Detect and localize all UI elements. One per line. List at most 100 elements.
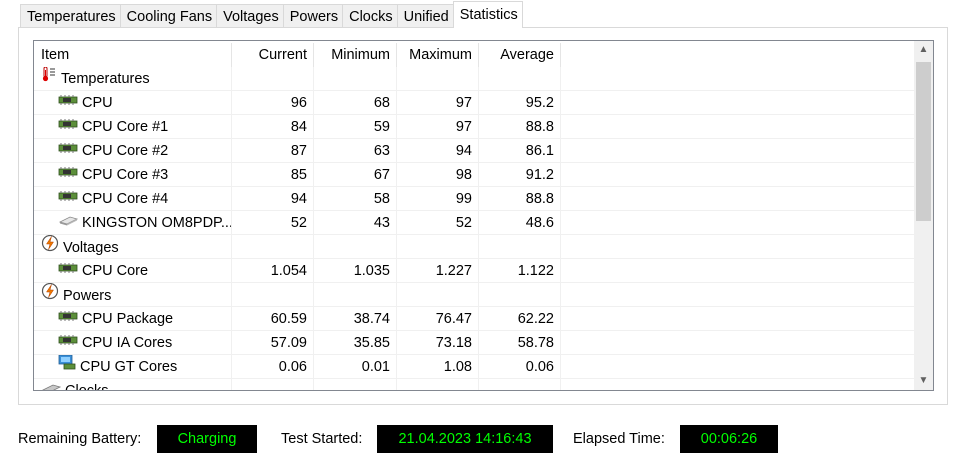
voltage-icon [41, 235, 59, 258]
tab-cooling-fans[interactable]: Cooling Fans [119, 4, 218, 28]
tab-clocks[interactable]: Clocks [342, 4, 398, 28]
item-cell: CPU Core #1 [34, 115, 232, 139]
column-header-maximum[interactable]: Maximum [397, 43, 479, 67]
average-cell: 86.1 [479, 139, 561, 163]
table-row[interactable]: CPU Core 1.054 1.035 1.227 1.122 [34, 259, 914, 283]
minimum-cell [314, 235, 397, 259]
scrollbar-thumb[interactable] [916, 62, 931, 221]
average-cell: 88.8 [479, 187, 561, 211]
current-cell: 94 [232, 187, 314, 211]
table-row[interactable]: CPU GT Cores 0.06 0.01 1.08 0.06 [34, 355, 914, 379]
current-cell: 87 [232, 139, 314, 163]
maximum-cell: 52 [397, 211, 479, 235]
table-row[interactable]: CPU IA Cores 57.09 35.85 73.18 58.78 [34, 331, 914, 355]
empty-cell [561, 235, 914, 259]
table-row[interactable]: CPU Core #3 85 67 98 91.2 [34, 163, 914, 187]
current-cell: 0.06 [232, 355, 314, 379]
maximum-cell [397, 235, 479, 259]
item-cell: CPU Core #3 [34, 163, 232, 187]
table-row[interactable]: CPU Package 60.59 38.74 76.47 62.22 [34, 307, 914, 331]
vertical-scrollbar[interactable]: ▲ ▼ [914, 41, 933, 390]
group-row[interactable]: Temperatures [34, 67, 914, 91]
maximum-cell: 97 [397, 115, 479, 139]
column-header-current[interactable]: Current [232, 43, 314, 67]
minimum-cell: 67 [314, 163, 397, 187]
average-cell: 88.8 [479, 115, 561, 139]
thermometer-icon [41, 67, 57, 90]
item-cell: Temperatures [34, 67, 232, 91]
empty-cell [561, 91, 914, 115]
empty-cell [561, 379, 914, 390]
average-cell: 48.6 [479, 211, 561, 235]
minimum-cell: 1.035 [314, 259, 397, 283]
item-label: Temperatures [61, 71, 150, 87]
tab-temperatures[interactable]: Temperatures [20, 4, 121, 28]
maximum-cell: 94 [397, 139, 479, 163]
current-cell [232, 379, 314, 390]
column-header-item[interactable]: Item [34, 43, 232, 67]
test-started-value: 21.04.2023 14:16:43 [377, 425, 553, 453]
item-cell: CPU Core [34, 259, 232, 283]
average-cell: 91.2 [479, 163, 561, 187]
item-label: Clocks [65, 383, 109, 391]
tab-voltages[interactable]: Voltages [216, 4, 284, 28]
tab-unified[interactable]: Unified [396, 4, 454, 28]
minimum-cell [314, 67, 397, 91]
empty-cell [561, 67, 914, 91]
item-label: CPU Core #4 [82, 191, 169, 207]
table-row[interactable]: CPU Core #2 87 63 94 86.1 [34, 139, 914, 163]
scroll-up-icon[interactable]: ▲ [914, 41, 933, 59]
table-row[interactable]: KINGSTON OM8PDP... 52 43 52 48.6 [34, 211, 914, 235]
current-cell [232, 235, 314, 259]
maximum-cell: 1.08 [397, 355, 479, 379]
test-started-label: Test Started: [281, 431, 363, 447]
battery-value: Charging [157, 425, 257, 453]
column-header-minimum[interactable]: Minimum [314, 43, 397, 67]
minimum-cell [314, 379, 397, 390]
current-cell [232, 283, 314, 307]
cpu-chip-icon [58, 331, 78, 354]
cpu-chip-icon [58, 163, 78, 186]
minimum-cell: 0.01 [314, 355, 397, 379]
item-label: KINGSTON OM8PDP... [82, 215, 232, 231]
empty-cell [561, 163, 914, 187]
column-header-average[interactable]: Average [479, 43, 561, 67]
table-row[interactable]: CPU Core #1 84 59 97 88.8 [34, 115, 914, 139]
empty-cell [561, 331, 914, 355]
item-cell: KINGSTON OM8PDP... [34, 211, 232, 235]
tab-powers[interactable]: Powers [282, 4, 344, 28]
table-row[interactable]: CPU Core #4 94 58 99 88.8 [34, 187, 914, 211]
drive-icon [58, 211, 79, 234]
item-cell: Clocks [34, 379, 232, 391]
current-cell [232, 67, 314, 91]
group-row[interactable]: Clocks [34, 379, 914, 391]
gpu-icon [58, 355, 76, 378]
empty-cell [561, 259, 914, 283]
table-row[interactable]: CPU 96 68 97 95.2 [34, 91, 914, 115]
group-row[interactable]: Powers [34, 283, 914, 307]
average-cell [479, 67, 561, 91]
group-row[interactable]: Voltages [34, 235, 914, 259]
empty-cell [561, 307, 914, 331]
item-cell: CPU IA Cores [34, 331, 232, 355]
statistics-grid[interactable]: Item Current Minimum Maximum Average Tem… [33, 40, 934, 391]
minimum-cell: 68 [314, 91, 397, 115]
elapsed-time-value: 00:06:26 [680, 425, 778, 453]
maximum-cell [397, 283, 479, 307]
item-label: CPU GT Cores [80, 359, 178, 375]
item-cell: CPU Core #4 [34, 187, 232, 211]
average-cell [479, 235, 561, 259]
item-label: CPU Core #3 [82, 167, 169, 183]
cpu-chip-icon [58, 139, 78, 162]
average-cell: 58.78 [479, 331, 561, 355]
minimum-cell [314, 283, 397, 307]
empty-cell [561, 115, 914, 139]
maximum-cell: 98 [397, 163, 479, 187]
empty-cell [561, 283, 914, 307]
item-cell: CPU GT Cores [34, 355, 232, 379]
average-cell: 95.2 [479, 91, 561, 115]
elapsed-time-label: Elapsed Time: [573, 431, 665, 447]
scroll-down-icon[interactable]: ▼ [914, 372, 933, 390]
tab-statistics[interactable]: Statistics [452, 1, 523, 28]
item-cell: CPU [34, 91, 232, 115]
